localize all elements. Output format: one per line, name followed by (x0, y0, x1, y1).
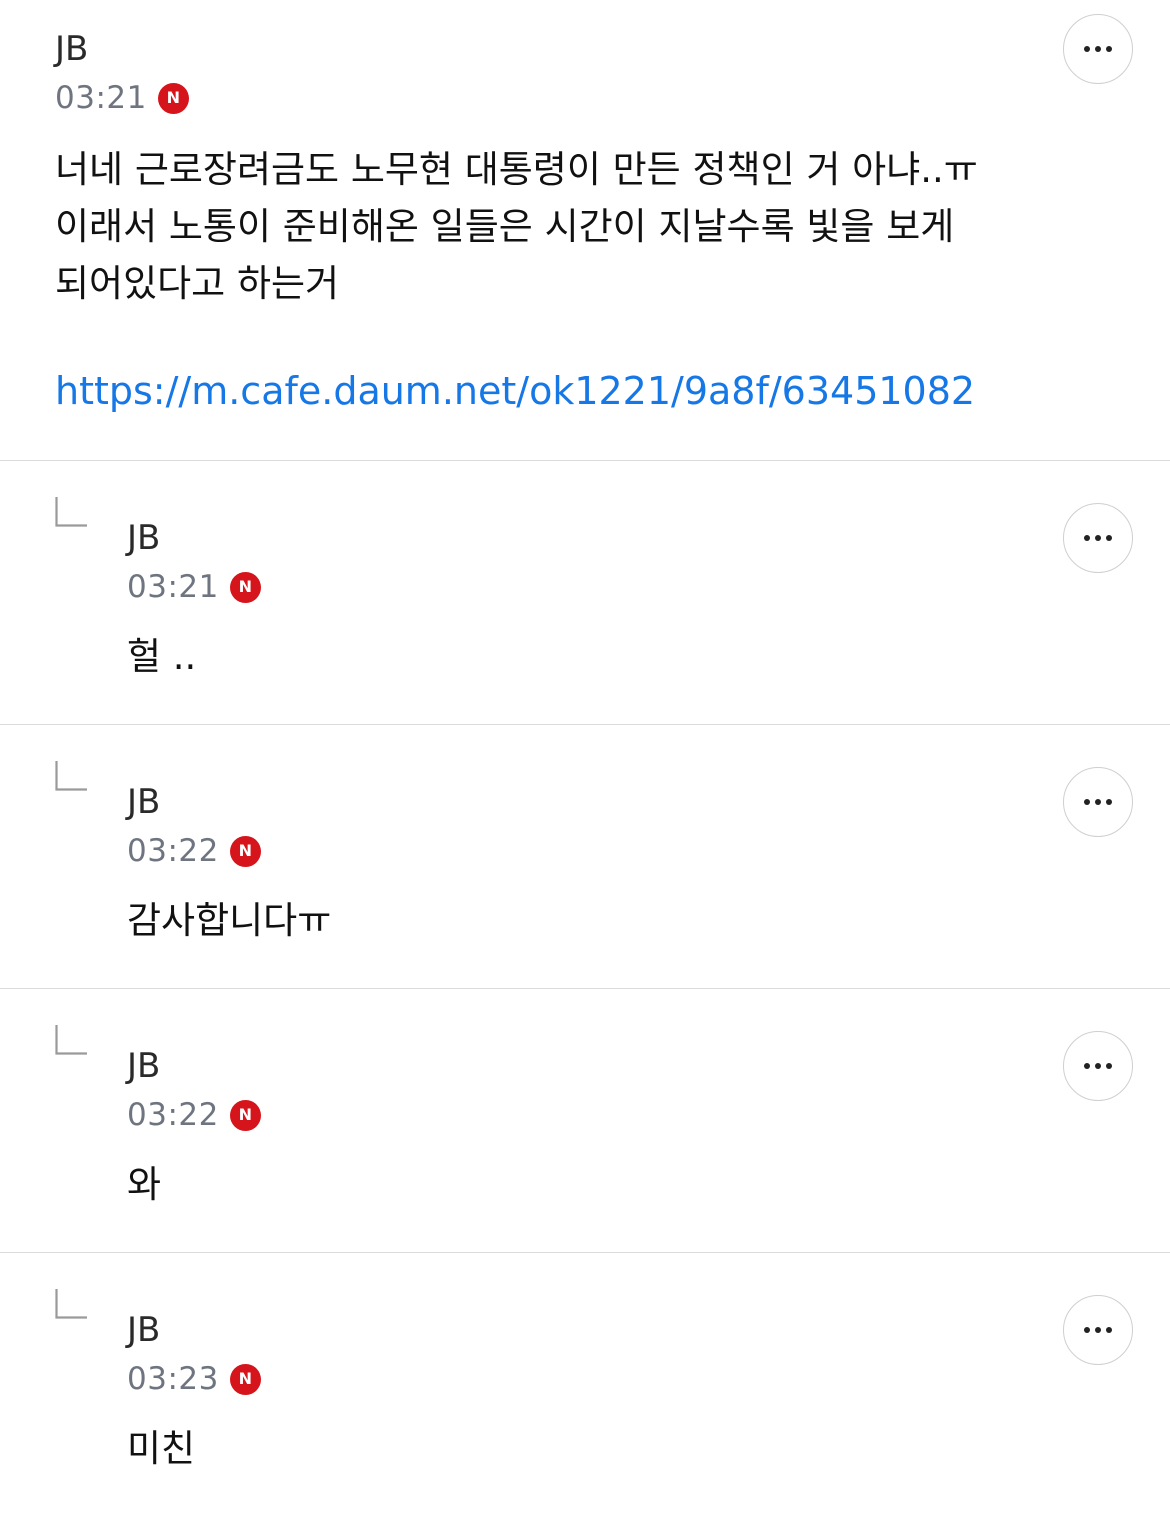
reply-text: 미친 (127, 1427, 196, 1470)
reply-arrow-icon (55, 1025, 87, 1055)
reply-author[interactable]: JB (127, 1046, 160, 1086)
reply-comment: JB 03:21 N 헐 .. (0, 461, 1170, 725)
reply-author[interactable]: JB (127, 518, 160, 558)
more-horizontal-icon (1084, 535, 1112, 541)
reply-arrow-icon (55, 497, 87, 527)
comment: JB 03:21 N 너네 근로장려금도 노무현 대통령이 만든 정책인 거 아… (0, 0, 1170, 461)
reply-meta: 03:22 N (127, 833, 261, 869)
more-horizontal-icon (1084, 799, 1112, 805)
reply-meta: 03:22 N (127, 1097, 261, 1133)
comment-author[interactable]: JB (55, 29, 88, 69)
reply-comment: JB 03:22 N 와 (0, 989, 1170, 1253)
reply-meta: 03:21 N (127, 569, 261, 605)
more-options-button[interactable] (1063, 767, 1133, 837)
reply-time: 03:21 (127, 569, 219, 605)
reply-text: 와 (127, 1163, 162, 1206)
reply-arrow-icon (55, 761, 87, 791)
reply-author[interactable]: JB (127, 782, 160, 822)
comment-text-line: 이래서 노통이 준비해온 일들은 시간이 지날수록 빛을 보게 (55, 205, 955, 248)
new-badge-icon: N (229, 835, 261, 867)
comment-time: 03:21 (55, 80, 147, 116)
reply-text: 헐 .. (127, 635, 197, 678)
comment-text-line: 되어있다고 하는거 (55, 262, 340, 305)
more-horizontal-icon (1084, 46, 1112, 52)
more-horizontal-icon (1084, 1063, 1112, 1069)
reply-time: 03:23 (127, 1361, 219, 1397)
reply-comment: JB 03:22 N 감사합니다ㅠ (0, 725, 1170, 989)
comment-meta: 03:21 N (55, 80, 189, 116)
more-options-button[interactable] (1063, 14, 1133, 84)
more-options-button[interactable] (1063, 1295, 1133, 1365)
reply-time: 03:22 (127, 1097, 219, 1133)
reply-time: 03:22 (127, 833, 219, 869)
new-badge-icon: N (157, 82, 189, 114)
comment-text: 너네 근로장려금도 노무현 대통령이 만든 정책인 거 아냐..ㅠ 이래서 노통… (55, 141, 978, 312)
reply-text: 감사합니다ㅠ (127, 899, 332, 942)
new-badge-icon: N (229, 571, 261, 603)
more-horizontal-icon (1084, 1327, 1112, 1333)
reply-author[interactable]: JB (127, 1310, 160, 1350)
reply-arrow-icon (55, 1289, 87, 1319)
more-options-button[interactable] (1063, 503, 1133, 573)
reply-meta: 03:23 N (127, 1361, 261, 1397)
reply-comment: JB 03:23 N 미친 (0, 1253, 1170, 1515)
new-badge-icon: N (229, 1099, 261, 1131)
more-options-button[interactable] (1063, 1031, 1133, 1101)
comment-text-line: 너네 근로장려금도 노무현 대통령이 만든 정책인 거 아냐..ㅠ (55, 148, 978, 191)
comment-link[interactable]: https://m.cafe.daum.net/ok1221/9a8f/6345… (55, 369, 975, 413)
new-badge-icon: N (229, 1363, 261, 1395)
